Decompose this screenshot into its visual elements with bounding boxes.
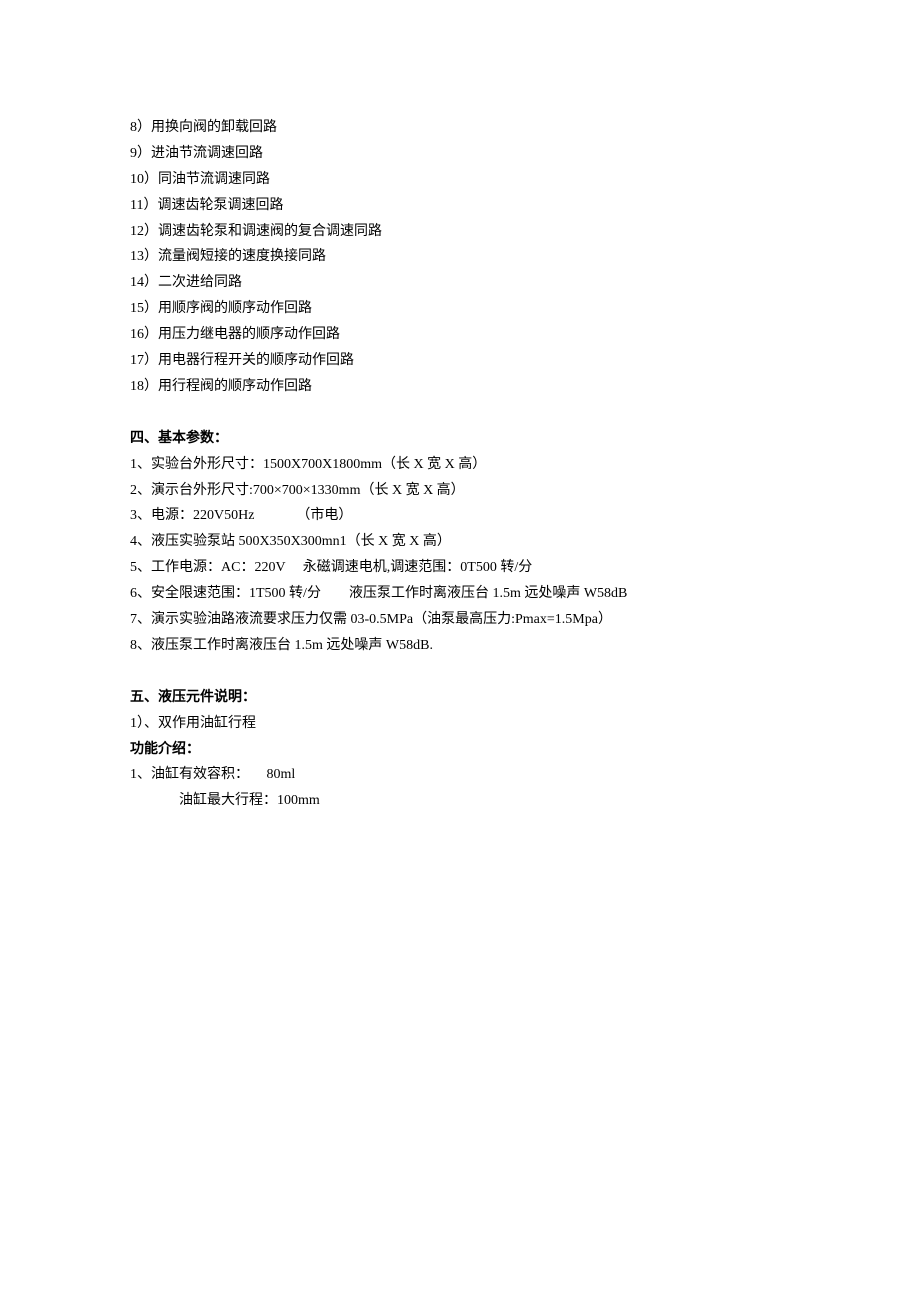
section-5-line: 1）、双作用油缸行程 (130, 711, 790, 737)
list-item: 17）用电器行程开关的顺序动作回路 (130, 348, 790, 374)
document-page: 8）用换向阀的卸载回路 9）进油节流调速回路 10）同油节流调速同路 11）调速… (0, 0, 920, 1301)
section-5-line: 油缸最大行程：100mm (130, 788, 790, 814)
param-item: 1、实验台外形尺寸：1500X700X1800mm（长 X 宽 X 高） (130, 452, 790, 478)
section-5-heading: 五、液压元件说明： (130, 685, 790, 711)
list-item: 16）用压力继电器的顺序动作回路 (130, 322, 790, 348)
param-item: 5、工作电源：AC：220V 永磁调速电机,调速范围：0T500 转/分 (130, 555, 790, 581)
section-5-body: 1）、双作用油缸行程 功能介绍： 1、油缸有效容积： 80ml 油缸最大行程：1… (130, 711, 790, 815)
param-item: 7、演示实验油路液流要求压力仅需 03-0.5MPa（油泵最高压力:Pmax=1… (130, 607, 790, 633)
list-item: 14）二次进给同路 (130, 270, 790, 296)
param-item: 6、安全限速范围：1T500 转/分 液压泵工作时离液压台 1.5m 远处噪声 … (130, 581, 790, 607)
list-item: 12）调速齿轮泵和调速阀的复合调速同路 (130, 219, 790, 245)
list-item: 13）流量阀短接的速度换接同路 (130, 244, 790, 270)
param-item: 3、电源：220V50Hz （市电） (130, 503, 790, 529)
numbered-list-block: 8）用换向阀的卸载回路 9）进油节流调速回路 10）同油节流调速同路 11）调速… (130, 115, 790, 400)
param-item: 2、演示台外形尺寸:700×700×1330mm（长 X 宽 X 高） (130, 478, 790, 504)
list-item: 11）调速齿轮泵调速回路 (130, 193, 790, 219)
param-item: 8、液压泵工作时离液压台 1.5m 远处噪声 W58dB. (130, 633, 790, 659)
section-5-line: 1、油缸有效容积： 80ml (130, 762, 790, 788)
list-item: 8）用换向阀的卸载回路 (130, 115, 790, 141)
section-5-subheading: 功能介绍： (130, 737, 790, 763)
section-4-body: 1、实验台外形尺寸：1500X700X1800mm（长 X 宽 X 高） 2、演… (130, 452, 790, 659)
list-item: 9）进油节流调速回路 (130, 141, 790, 167)
list-item: 15）用顺序阀的顺序动作回路 (130, 296, 790, 322)
param-item: 4、液压实验泵站 500X350X300mn1（长 X 宽 X 高） (130, 529, 790, 555)
section-4-heading: 四、基本参数： (130, 426, 790, 452)
list-item: 10）同油节流调速同路 (130, 167, 790, 193)
list-item: 18）用行程阀的顺序动作回路 (130, 374, 790, 400)
